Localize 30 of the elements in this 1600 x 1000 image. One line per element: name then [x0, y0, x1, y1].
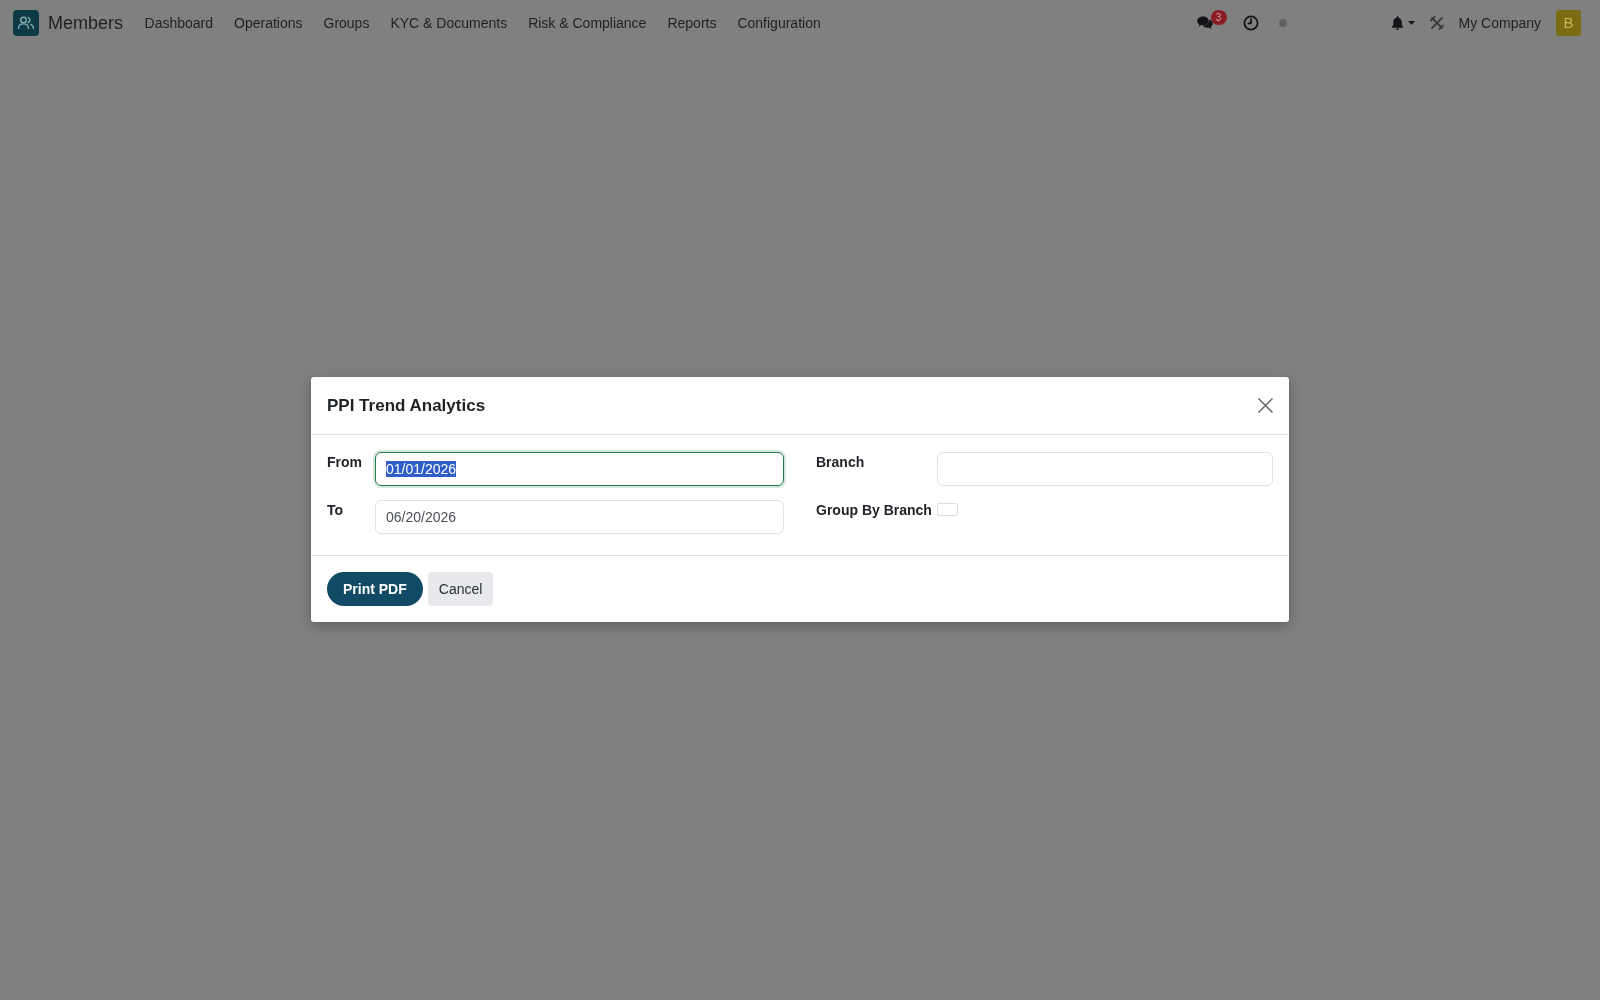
field-label: Branch: [815, 453, 866, 472]
company-name[interactable]: My Company: [1458, 15, 1541, 31]
user-avatar[interactable]: B: [1556, 10, 1581, 36]
clock-icon[interactable]: [1242, 15, 1259, 31]
field-label: From: [327, 453, 363, 472]
checkbox[interactable]: [937, 503, 958, 516]
close-icon[interactable]: [1258, 398, 1273, 413]
menu-item[interactable]: Risk & Compliance: [517, 13, 657, 33]
status-dot-icon: [1278, 19, 1287, 27]
print-button[interactable]: Print PDF: [327, 572, 423, 606]
menu-item[interactable]: Groups: [313, 13, 380, 33]
cancel-button[interactable]: Cancel: [427, 572, 494, 606]
unread-count-badge: 3: [1210, 10, 1227, 25]
chat-bubbles-icon[interactable]: [1196, 16, 1213, 30]
bell-icon[interactable]: [1390, 16, 1404, 30]
menu-item[interactable]: Dashboard: [134, 13, 224, 33]
menu-item[interactable]: Operations: [223, 13, 313, 33]
caret-icon[interactable]: [1407, 21, 1415, 25]
menu-item[interactable]: Reports: [656, 13, 727, 33]
field-label: Group By Branch: [815, 501, 933, 520]
menu-item[interactable]: KYC & Documents: [379, 13, 518, 33]
dialog-title: PPI Trend Analytics: [327, 395, 486, 416]
tools-icon[interactable]: [1429, 16, 1444, 30]
app-name[interactable]: Members: [48, 12, 123, 34]
menu-item[interactable]: Configuration: [726, 13, 832, 33]
date-field[interactable]: 06/20/2026: [375, 500, 784, 534]
app-logo-icon[interactable]: [13, 10, 39, 36]
date-field[interactable]: 01/01/2026: [375, 452, 784, 486]
field-label: To: [327, 501, 345, 520]
input-field[interactable]: [937, 452, 1273, 486]
